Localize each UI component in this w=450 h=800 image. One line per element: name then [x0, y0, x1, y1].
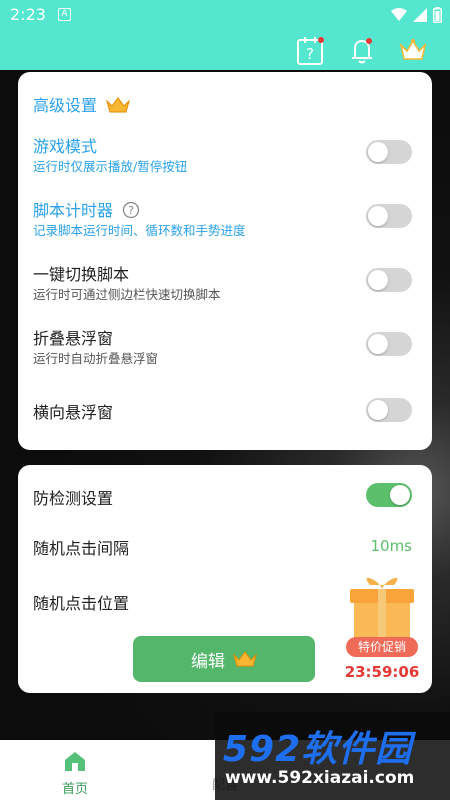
- horizontal-float-title: 横向悬浮窗: [33, 403, 114, 422]
- fold-float-sub: 运行时自动折叠悬浮窗: [33, 351, 159, 366]
- switch-script-title: 一键切换脚本: [33, 265, 130, 284]
- home-icon: [65, 752, 85, 771]
- edit-button-label: 编辑: [191, 651, 225, 672]
- switch-script-sub: 运行时可通过侧边栏快速切换脚本: [33, 287, 221, 302]
- watermark-url: www.592xiazai.com: [225, 768, 415, 788]
- help-icon[interactable]: ?: [295, 35, 325, 65]
- toggle-knob: [368, 400, 388, 420]
- advanced-settings-card: 高级设置 游戏模式 运行时仅展示播放/暂停按钮 脚本计时器 ? 记录脚本运行时间…: [18, 72, 432, 450]
- fold-float-toggle[interactable]: [366, 332, 412, 356]
- toggle-knob: [368, 334, 388, 354]
- horizontal-float-toggle[interactable]: [366, 398, 412, 422]
- crown-icon: [106, 97, 131, 113]
- svg-text:?: ?: [128, 204, 134, 217]
- status-bar: 2:23 A: [0, 0, 450, 30]
- help-circle-icon[interactable]: ?: [122, 201, 140, 219]
- game-mode-sub: 运行时仅展示播放/暂停按钮: [33, 159, 188, 174]
- notification-icon: A: [58, 8, 71, 21]
- crown-icon: [233, 651, 257, 667]
- top-bar: ?: [0, 30, 450, 70]
- game-mode-toggle[interactable]: [366, 140, 412, 164]
- toggle-knob: [368, 142, 388, 162]
- anti-detection-title: 防检测设置: [33, 489, 114, 508]
- edit-button[interactable]: 编辑: [133, 636, 315, 682]
- status-time: 2:23: [10, 5, 46, 24]
- status-icons: [391, 7, 442, 23]
- script-timer-toggle[interactable]: [366, 204, 412, 228]
- promo-widget[interactable]: 特价促销 23:59:06: [340, 575, 424, 687]
- script-timer-sub: 记录脚本运行时间、循环数和手势进度: [33, 223, 246, 238]
- script-timer-title-text: 脚本计时器: [33, 201, 114, 220]
- switch-script-toggle[interactable]: [366, 268, 412, 292]
- promo-label: 特价促销: [346, 637, 418, 657]
- watermark: 592软件园 www.592xiazai.com: [215, 712, 450, 800]
- toggle-knob: [390, 485, 410, 505]
- click-interval-label: 随机点击间隔: [33, 539, 130, 558]
- svg-text:?: ?: [306, 45, 314, 63]
- click-position-label: 随机点击位置: [33, 594, 130, 613]
- nav-home-label: 首页: [61, 782, 88, 797]
- anti-detection-toggle[interactable]: [366, 483, 412, 507]
- advanced-settings-title: 高级设置: [33, 92, 131, 116]
- advanced-settings-title-text: 高级设置: [33, 96, 98, 115]
- watermark-brand: 592软件园: [223, 729, 413, 770]
- toggle-knob: [368, 206, 388, 226]
- promo-timer: 23:59:06: [344, 663, 420, 681]
- nav-home[interactable]: 首页: [40, 744, 110, 797]
- wifi-icon: [391, 8, 407, 21]
- battery-icon: [433, 7, 442, 23]
- fold-float-title: 折叠悬浮窗: [33, 329, 114, 348]
- bell-icon[interactable]: [347, 35, 377, 65]
- script-timer-title: 脚本计时器 ?: [33, 197, 140, 221]
- game-mode-title: 游戏模式: [33, 137, 98, 156]
- crown-icon[interactable]: [398, 35, 428, 65]
- toggle-knob: [368, 270, 388, 290]
- signal-icon: [413, 8, 427, 22]
- click-interval-value[interactable]: 10ms: [370, 537, 412, 555]
